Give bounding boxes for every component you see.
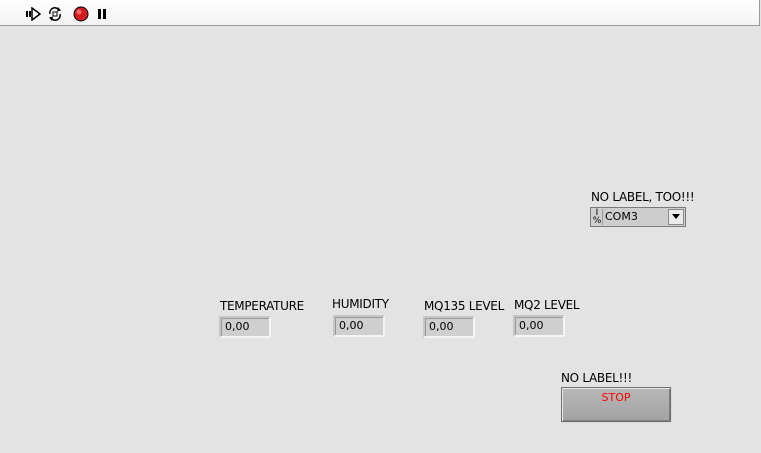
- mq2-level-indicator: 0,00: [513, 315, 565, 337]
- visa-resource-value[interactable]: COM3: [602, 209, 667, 225]
- humidity-indicator: 0,00: [333, 315, 385, 337]
- mq135-level-value: 0,00: [429, 320, 454, 333]
- temperature-label: TEMPERATURE: [220, 299, 304, 313]
- mq2-level-value: 0,00: [519, 319, 544, 332]
- run-arrow-icon[interactable]: [25, 6, 41, 22]
- visa-resource-icon: I%: [592, 208, 602, 226]
- pause-icon[interactable]: [94, 6, 110, 22]
- stop-button-label: NO LABEL!!!: [561, 371, 633, 385]
- mq135-level-label: MQ135 LEVEL: [424, 299, 504, 313]
- mq2-level-label: MQ2 LEVEL: [514, 298, 580, 312]
- temperature-indicator: 0,00: [219, 316, 271, 338]
- temperature-value: 0,00: [225, 320, 250, 333]
- abort-execution-icon[interactable]: [73, 6, 89, 22]
- visa-resource-label: NO LABEL, TOO!!!: [591, 190, 695, 204]
- stop-button-text: STOP: [601, 391, 631, 404]
- humidity-value: 0,00: [339, 319, 364, 332]
- humidity-label: HUMIDITY: [332, 297, 389, 311]
- stop-button[interactable]: STOP: [561, 387, 671, 422]
- mq135-level-indicator: 0,00: [423, 316, 475, 338]
- toolbar: [0, 0, 760, 26]
- visa-resource-control[interactable]: I% COM3: [590, 207, 686, 227]
- dropdown-arrow-icon[interactable]: [668, 209, 684, 225]
- run-continuously-icon[interactable]: [47, 6, 63, 22]
